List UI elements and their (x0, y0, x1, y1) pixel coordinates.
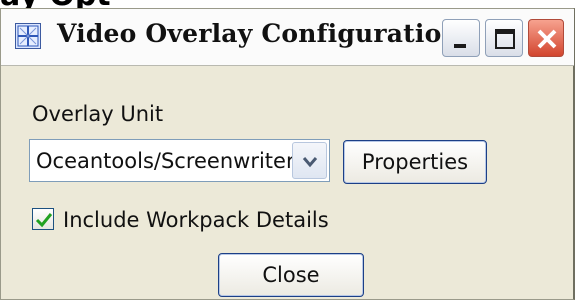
overlay-unit-label: Overlay Unit (32, 102, 164, 126)
window-title: Video Overlay Configuration (57, 19, 460, 48)
close-window-button[interactable] (528, 19, 564, 57)
include-workpack-checkbox[interactable] (32, 208, 54, 230)
close-icon (537, 29, 557, 49)
properties-button[interactable]: Properties (343, 140, 487, 184)
minimize-button[interactable] (442, 19, 480, 57)
dialog-window: Video Overlay Configuration Overlay Unit… (0, 8, 575, 300)
app-grid-icon (15, 23, 41, 49)
maximize-icon (495, 29, 515, 49)
title-bar[interactable]: Video Overlay Configuration (1, 9, 574, 66)
chevron-down-icon (302, 157, 318, 168)
overlay-unit-value: Oceantools/Screenwriter (36, 149, 295, 173)
close-button[interactable]: Close (218, 253, 364, 297)
checkmark-icon (35, 213, 53, 228)
overlay-unit-dropdown[interactable]: Oceantools/Screenwriter (29, 139, 330, 182)
dropdown-arrow-button[interactable] (292, 142, 327, 179)
include-workpack-label[interactable]: Include Workpack Details (63, 208, 329, 232)
minimize-icon (454, 44, 466, 48)
maximize-button[interactable] (485, 19, 523, 57)
